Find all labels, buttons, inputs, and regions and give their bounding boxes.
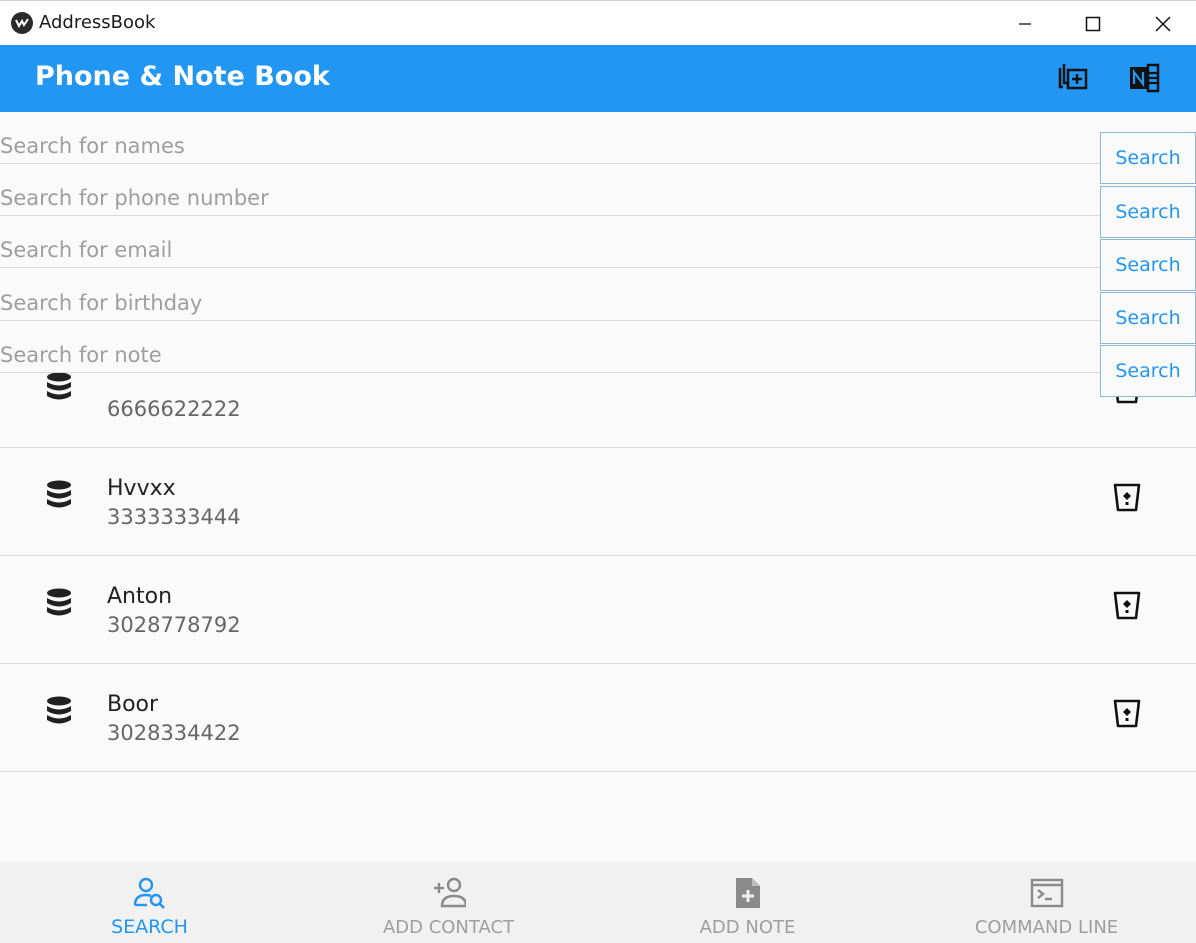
app-logo-icon (11, 12, 33, 34)
onenote-button[interactable] (1124, 58, 1164, 98)
copy-plus-icon (1058, 64, 1088, 90)
contact-phone: 3028778792 (107, 613, 241, 637)
search-phone-row (0, 164, 1100, 216)
bottom-navigation: SEARCH ADD CONTACT ADD NOTE COMMAND LINE (0, 862, 1196, 943)
copy-plus-button[interactable] (1053, 58, 1093, 98)
search-names-input[interactable] (0, 129, 1100, 163)
search-note-row (0, 321, 1100, 373)
contact-phone: 3333333444 (107, 505, 241, 529)
database-icon (47, 696, 71, 724)
contact-phone: 3028334422 (107, 721, 241, 745)
search-birthday-button[interactable]: Search (1100, 292, 1196, 344)
maximize-button[interactable] (1058, 1, 1128, 46)
list-item[interactable]: Boor 3028334422 (0, 664, 1196, 772)
console-icon (1030, 878, 1063, 908)
tab-add-note-label: ADD NOTE (699, 917, 796, 938)
database-icon (47, 480, 71, 508)
contact-phone: 6666622222 (107, 397, 241, 421)
search-names-row (0, 112, 1100, 164)
delete-icon[interactable] (1112, 588, 1142, 620)
title-bar: AddressBook (0, 0, 1196, 45)
tab-add-contact-label: ADD CONTACT (382, 917, 515, 938)
person-add-icon (433, 877, 466, 908)
search-phone-input[interactable] (0, 181, 1100, 215)
search-birthday-row (0, 269, 1100, 321)
app-title: Phone & Note Book (35, 61, 330, 92)
delete-icon[interactable] (1112, 696, 1142, 728)
tab-add-note[interactable]: ADD NOTE (598, 862, 897, 943)
list-item[interactable]: Anton 3028778792 (0, 556, 1196, 664)
close-button[interactable] (1128, 1, 1196, 46)
search-email-button[interactable]: Search (1100, 239, 1196, 291)
search-phone-button[interactable]: Search (1100, 186, 1196, 238)
tab-command-line-label: COMMAND LINE (974, 917, 1119, 938)
contact-list: 6666622222 Hvvxx 3333333444 Anton 302877… (0, 373, 1196, 773)
search-email-input[interactable] (0, 233, 1100, 267)
person-search-icon (133, 877, 165, 909)
app-bar: Phone & Note Book (0, 45, 1196, 112)
delete-icon[interactable] (1112, 480, 1142, 512)
list-item[interactable]: 6666622222 (0, 373, 1196, 448)
window-title: AddressBook (39, 12, 156, 33)
contact-name: Anton (107, 584, 173, 609)
database-icon (47, 373, 71, 400)
search-note-input[interactable] (0, 338, 1100, 372)
search-names-button[interactable]: Search (1100, 132, 1196, 184)
list-item[interactable]: Hvvxx 3333333444 (0, 448, 1196, 556)
app-window: AddressBook Phone & Note Book 6666622222… (0, 0, 1196, 943)
minimize-button[interactable] (990, 1, 1060, 46)
note-add-icon (735, 878, 760, 908)
search-birthday-input[interactable] (0, 286, 1100, 320)
tab-add-contact[interactable]: ADD CONTACT (299, 862, 598, 943)
search-note-button[interactable]: Search (1100, 345, 1196, 397)
contact-name: Boor (107, 692, 159, 717)
tab-search-label: SEARCH (111, 916, 188, 938)
onenote-icon (1130, 63, 1160, 93)
database-icon (47, 588, 71, 616)
tab-search[interactable]: SEARCH (0, 862, 299, 943)
search-email-row (0, 216, 1100, 268)
tab-command-line[interactable]: COMMAND LINE (897, 862, 1196, 943)
contact-name: Hvvxx (107, 476, 176, 501)
